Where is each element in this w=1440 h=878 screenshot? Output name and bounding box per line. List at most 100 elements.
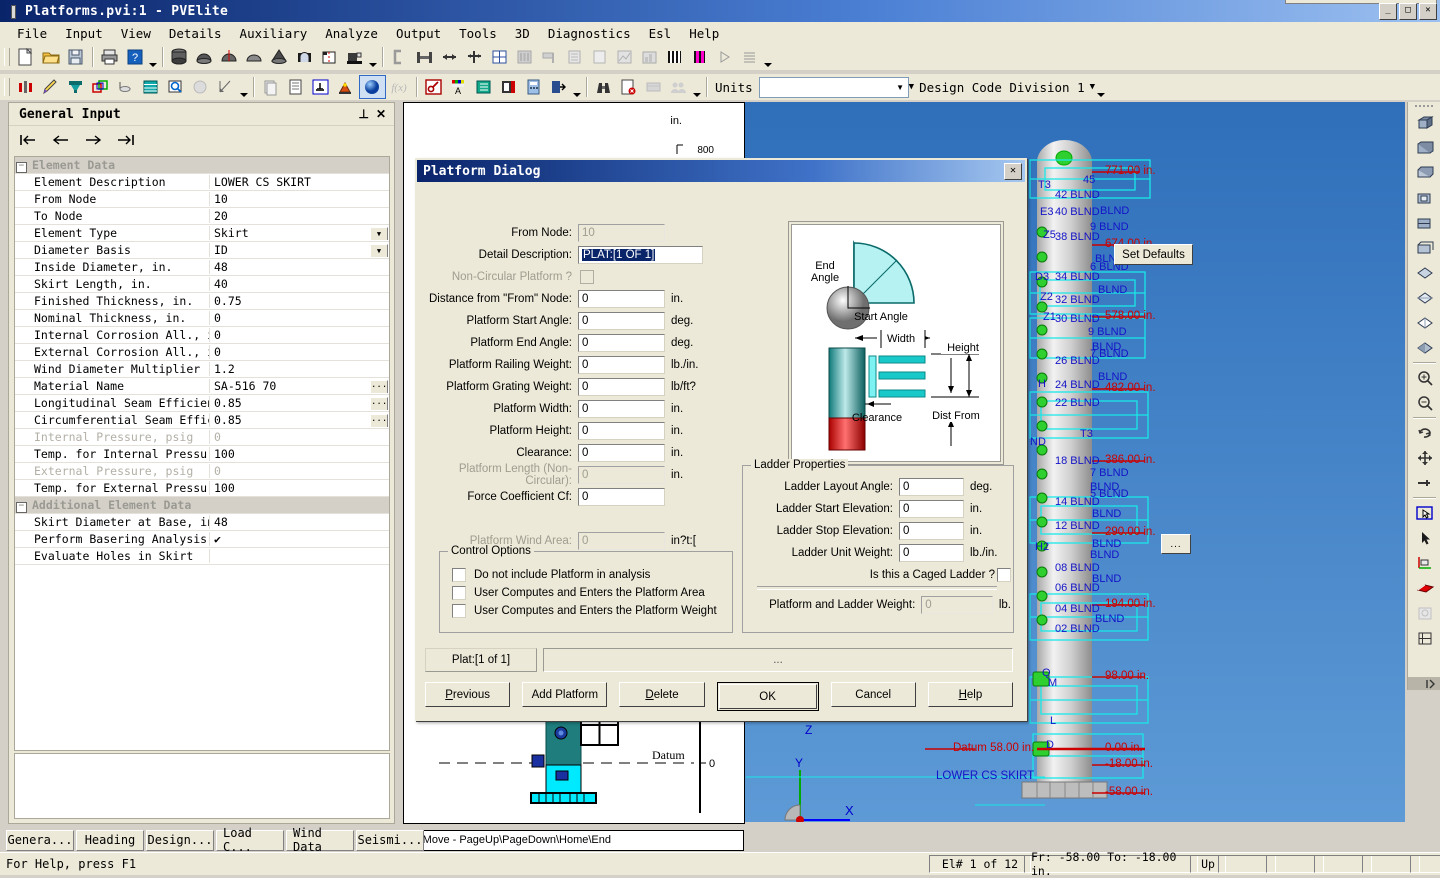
view-top-icon[interactable] (1408, 160, 1440, 185)
view-side-icon[interactable] (1408, 185, 1440, 210)
drafting-icon[interactable] (309, 76, 332, 98)
print-icon[interactable] (98, 46, 121, 68)
toolbar-overflow-2[interactable] (367, 45, 378, 69)
ladder-field-input[interactable]: 0 (899, 522, 964, 540)
list-icon[interactable] (563, 46, 586, 68)
delete-doc-icon[interactable] (617, 76, 640, 98)
menu-tools[interactable]: Tools (450, 24, 506, 43)
property-value[interactable]: 0 (210, 345, 389, 359)
property-value[interactable]: 0.85... (210, 396, 389, 410)
blue-sphere-icon[interactable] (359, 75, 386, 99)
bottom-tab-4[interactable]: Wind Data (286, 826, 354, 854)
property-row[interactable]: Element Description LOWER CS SKIRT (15, 174, 389, 191)
toolbar-overflow-5[interactable] (571, 75, 582, 99)
property-value[interactable]: 48 (210, 515, 389, 529)
property-value[interactable]: 40 (210, 277, 389, 291)
field-input[interactable]: 0 (578, 400, 665, 418)
option-checkbox[interactable] (452, 568, 466, 582)
option-checkbox[interactable] (452, 604, 466, 618)
menu-3d[interactable]: 3D (506, 24, 539, 43)
minimize-button[interactable]: _ (1379, 3, 1397, 20)
pointer-icon[interactable] (1408, 525, 1440, 550)
ladder-field-input[interactable]: 0 (899, 500, 964, 518)
property-value[interactable]: 20 (210, 209, 389, 223)
field-input[interactable]: 0 (578, 378, 665, 396)
axis-display-icon[interactable] (1408, 550, 1440, 575)
function-icon[interactable]: f(x) (388, 76, 411, 98)
ladder-field-input[interactable]: 0 (899, 544, 964, 562)
play-icon[interactable] (713, 46, 736, 68)
toolbar-overflow-7[interactable] (1095, 75, 1106, 99)
bottom-tab-3[interactable]: Load C... (216, 826, 284, 854)
checkbox-row[interactable]: Do not include Platform in analysis (450, 566, 717, 584)
property-category[interactable]: − Additional Element Data (15, 497, 389, 514)
field-input[interactable]: PLAT:[1 OF 1] (578, 246, 703, 264)
field-input[interactable]: 0 (578, 334, 665, 352)
detail-ellipsis-button[interactable]: ... (1161, 534, 1191, 554)
units-combo[interactable]: ▼ (758, 76, 909, 98)
property-value[interactable]: 0.75 (210, 294, 389, 308)
property-row[interactable]: Finished Thickness, in. 0.75 (15, 293, 389, 310)
cylinder-icon[interactable] (168, 46, 191, 68)
page-icon[interactable] (588, 46, 611, 68)
previous-button[interactable]: Previous (425, 682, 511, 707)
property-value[interactable]: 0.85... (210, 413, 389, 427)
property-value[interactable]: LOWER CS SKIRT (210, 175, 389, 189)
bottom-tab-2[interactable]: Design... (146, 829, 214, 851)
property-row[interactable]: Material Name SA-516 70... (15, 378, 389, 395)
property-row[interactable]: Temp. for External Pressure, 100 (15, 480, 389, 497)
menu-output[interactable]: Output (387, 24, 450, 43)
ladder-field-input[interactable]: 0 (899, 478, 964, 496)
menu-file[interactable]: File (8, 24, 56, 43)
panel-close-icon[interactable]: ✕ (376, 107, 386, 121)
field-input[interactable]: 0 (578, 488, 665, 506)
open-icon[interactable] (39, 46, 62, 68)
zoom-in-icon[interactable] (1408, 365, 1440, 390)
option-checkbox[interactable] (452, 586, 466, 600)
grayed-team-icon[interactable] (667, 76, 690, 98)
torispherical-head-icon[interactable] (218, 46, 241, 68)
render-disabled-icon[interactable] (1408, 600, 1440, 625)
bottom-tab-5[interactable]: Seismi... (356, 829, 424, 851)
toolbar-overflow-4[interactable] (238, 75, 249, 99)
menu-help[interactable]: Help (680, 24, 728, 43)
magenta-stripes-icon[interactable] (688, 46, 711, 68)
menu-details[interactable]: Details (160, 24, 231, 43)
property-row[interactable]: Internal Corrosion All., in. 0 (15, 327, 389, 344)
field-input[interactable]: 0 (578, 290, 665, 308)
previous-record-icon[interactable] (51, 132, 71, 148)
ellipsis-button[interactable]: ... (370, 397, 388, 410)
chevron-down-icon[interactable]: ▼ (370, 244, 388, 257)
arc-icon[interactable] (114, 76, 137, 98)
property-value[interactable]: SA-516 70... (210, 379, 389, 393)
property-value[interactable]: 0 (210, 328, 389, 342)
pin-icon[interactable]: ⊥ (358, 107, 368, 121)
property-row[interactable]: Diameter Basis ID ▼ (15, 242, 389, 259)
list-green-icon[interactable] (472, 76, 495, 98)
dialog-close-button[interactable]: ✕ (1004, 162, 1022, 180)
section-plane-icon[interactable] (1408, 575, 1440, 600)
strip-grip[interactable] (1408, 102, 1440, 110)
grayed-rows-icon[interactable] (642, 76, 665, 98)
design-code-combo[interactable]: ▼ Design Code Division 1 ▼ (909, 80, 1095, 95)
property-value[interactable]: 48 (210, 260, 389, 274)
copy-icon[interactable] (259, 76, 282, 98)
conical-head-icon[interactable] (268, 46, 291, 68)
shade-flat-icon[interactable] (1408, 260, 1440, 285)
platform-selector-tab[interactable]: Plat:[1 of 1] (425, 648, 537, 672)
anchor-dimension-icon[interactable] (463, 46, 486, 68)
property-value[interactable]: Skirt ▼ (210, 226, 389, 240)
toolbar-grip[interactable] (4, 48, 10, 66)
layers-icon[interactable] (139, 76, 162, 98)
menu-auxiliary[interactable]: Auxiliary (231, 24, 317, 43)
property-row[interactable]: External Corrosion All., in. 0 (15, 344, 389, 361)
document-icon[interactable] (284, 76, 307, 98)
last-record-icon[interactable] (115, 132, 135, 148)
property-value[interactable]: 100 (210, 447, 389, 461)
add-platform-button[interactable]: Add Platform (522, 682, 608, 707)
spherical-head-icon[interactable] (243, 46, 266, 68)
bolts-icon[interactable] (14, 76, 37, 98)
menu-esl[interactable]: Esl (640, 24, 681, 43)
property-value[interactable]: 10 (210, 192, 389, 206)
maximize-button[interactable]: □ (1399, 3, 1417, 20)
